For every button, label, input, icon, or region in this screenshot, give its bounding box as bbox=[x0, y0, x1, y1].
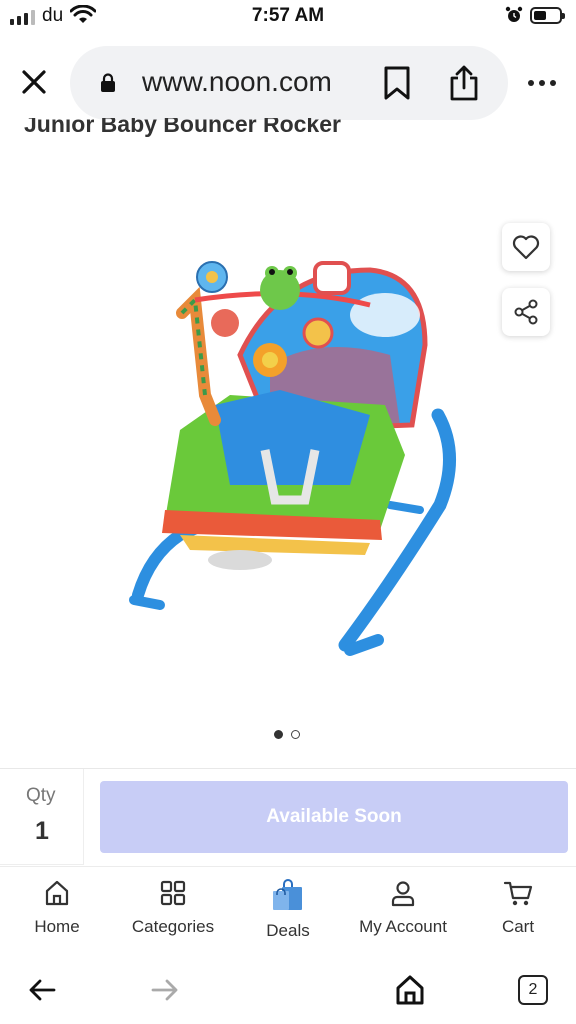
more-icon[interactable] bbox=[524, 70, 560, 96]
back-arrow-icon bbox=[29, 979, 56, 1001]
back-button[interactable] bbox=[22, 972, 62, 1008]
qty-label: Qty bbox=[26, 785, 56, 806]
pagination-dot[interactable] bbox=[291, 730, 300, 739]
battery-level bbox=[534, 11, 546, 20]
battery-icon bbox=[530, 7, 565, 24]
close-icon[interactable] bbox=[18, 66, 50, 98]
available-soon-button[interactable]: Available Soon bbox=[100, 781, 568, 853]
nav-item-home[interactable]: Home bbox=[2, 879, 112, 937]
bottom-nav: Home Categories Deals My Account Cart bbox=[0, 866, 576, 954]
purchase-bar: Qty 1 Available Soon bbox=[0, 768, 576, 865]
wishlist-button[interactable] bbox=[502, 223, 550, 271]
nav-item-cart[interactable]: Cart bbox=[463, 879, 573, 937]
address-bar[interactable]: www.noon.com bbox=[70, 46, 508, 120]
nav-label: My Account bbox=[359, 917, 447, 936]
lock-icon bbox=[101, 73, 115, 92]
qty-selector[interactable]: Qty 1 bbox=[0, 769, 84, 865]
share-nodes-icon bbox=[514, 299, 538, 325]
home-icon bbox=[45, 880, 69, 906]
forward-arrow-icon bbox=[151, 979, 178, 1001]
url-text[interactable]: www.noon.com bbox=[142, 66, 332, 98]
pagination-dot[interactable] bbox=[274, 730, 283, 739]
product-image[interactable] bbox=[120, 255, 470, 675]
nav-label: Cart bbox=[501, 917, 535, 936]
categories-icon bbox=[160, 880, 186, 906]
alarm-icon bbox=[505, 6, 523, 22]
heart-icon bbox=[512, 235, 540, 260]
home-icon bbox=[396, 975, 424, 1005]
image-pagination bbox=[274, 730, 300, 739]
shopping-bag-icon bbox=[273, 879, 302, 910]
nav-item-deals[interactable]: Deals bbox=[233, 879, 343, 941]
nav-label: Categories bbox=[131, 917, 215, 936]
forward-button[interactable] bbox=[145, 972, 185, 1008]
browser-home-button[interactable] bbox=[390, 972, 430, 1008]
product-title: Junior Baby Bouncer Rocker bbox=[24, 118, 341, 137]
cart-icon bbox=[503, 881, 533, 906]
tabs-button[interactable]: 2 bbox=[513, 972, 553, 1008]
nav-label: Home bbox=[34, 917, 80, 936]
nav-item-my-account[interactable]: My Account bbox=[348, 879, 458, 937]
tabs-icon: 2 bbox=[518, 975, 548, 1005]
clock: 7:57 AM bbox=[251, 5, 325, 26]
nav-label: Deals bbox=[266, 921, 310, 940]
status-bar: du 7:57 AM bbox=[0, 0, 576, 34]
user-icon bbox=[391, 881, 415, 907]
nav-item-categories[interactable]: Categories bbox=[118, 879, 228, 937]
share-product-button[interactable] bbox=[502, 288, 550, 336]
bookmark-icon[interactable] bbox=[382, 66, 412, 100]
share-icon[interactable] bbox=[448, 64, 480, 102]
browser-toolbar: 2 bbox=[0, 956, 576, 1024]
qty-value[interactable]: 1 bbox=[35, 817, 49, 846]
